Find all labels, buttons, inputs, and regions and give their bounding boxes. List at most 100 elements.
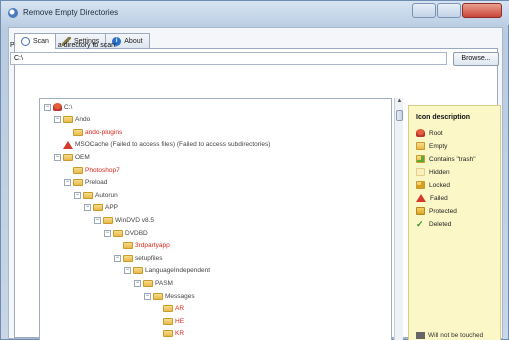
maximize-button[interactable] — [437, 3, 461, 18]
tree-node-label: PASM — [155, 279, 173, 287]
directory-tree[interactable]: − C:\ − Ando ando-plugins MSOCache (Failed to… — [39, 98, 392, 340]
collapse-toggle-icon[interactable]: − — [64, 179, 71, 187]
tree-node[interactable]: − Preload — [64, 178, 107, 188]
tree-node[interactable]: − Autorun — [74, 190, 118, 200]
collapse-toggle-icon[interactable]: − — [134, 279, 141, 287]
legend-item-empty: Empty — [416, 141, 447, 151]
folder-icon — [133, 267, 143, 275]
tab-scan[interactable]: Scan — [14, 33, 56, 49]
tree-scrollbar[interactable]: ▲ — [394, 98, 403, 340]
tree-node[interactable]: − Messages — [144, 291, 195, 301]
tree-node[interactable]: − DVDBD — [104, 228, 148, 238]
tree-node[interactable]: − setupfiles — [114, 253, 162, 263]
legend-item-trash: Contains "trash" — [416, 154, 476, 164]
tree-node-label: HE — [175, 317, 185, 325]
legend-label: Root — [429, 129, 443, 137]
collapse-toggle-icon[interactable]: − — [54, 153, 61, 161]
legend-label: Hidden — [429, 168, 450, 176]
tab-label: About — [124, 37, 143, 45]
folder-icon — [153, 292, 163, 300]
legend-title: Icon description — [416, 114, 471, 121]
root-icon — [416, 129, 425, 137]
tree-node-label: WinDVD v8.5 — [115, 216, 155, 224]
tree-node[interactable]: AR — [154, 304, 184, 314]
window-title: Remove Empty Directories — [23, 8, 119, 17]
collapse-toggle-icon[interactable]: − — [104, 229, 111, 237]
folder-icon — [163, 330, 173, 338]
tree-node-label: 3rdpartyapp — [135, 242, 170, 250]
folder-icon — [143, 279, 153, 287]
legend-item-failed: Failed — [416, 193, 448, 203]
failed-icon — [63, 140, 73, 149]
tree-node-label: MSOCache (Failed to access files) (Faile… — [75, 141, 271, 149]
app-icon — [8, 8, 18, 18]
tree-node-label: Preload — [85, 179, 108, 187]
collapse-toggle-icon[interactable]: − — [114, 254, 121, 262]
tree-node-label: KR — [175, 330, 185, 338]
scroll-up-arrow-icon[interactable]: ▲ — [395, 98, 404, 107]
tree-node[interactable]: 3rdpartyapp — [114, 241, 170, 251]
tree-node-label: LanguageIndependent — [145, 267, 211, 275]
legend-footer: Will not be touched — [416, 332, 483, 339]
tree-node[interactable]: − OEM — [54, 152, 90, 162]
scrollbar-thumb[interactable] — [396, 110, 403, 121]
tree-node-label: Autorun — [95, 191, 118, 199]
collapse-toggle-icon[interactable]: − — [74, 191, 81, 199]
tree-node[interactable]: HE — [154, 316, 184, 326]
folder-icon — [63, 153, 73, 161]
collapse-toggle-icon[interactable]: − — [44, 103, 51, 111]
locked-folder-icon — [416, 181, 425, 189]
tree-node-label: setupfiles — [135, 254, 163, 262]
app-window: Remove Empty Directories Scan Settings i… — [0, 0, 509, 340]
tree-node-label: Messages — [165, 292, 195, 300]
folder-icon — [123, 242, 133, 250]
folder-icon — [73, 128, 83, 136]
legend-item-locked: Locked — [416, 180, 450, 190]
collapse-toggle-icon[interactable]: − — [84, 204, 91, 212]
legend-label: Empty — [429, 142, 448, 150]
tree-node[interactable]: − PASM — [134, 278, 173, 288]
protected-icon — [416, 207, 425, 215]
tree-node[interactable]: MSOCache (Failed to access files) (Faile… — [54, 140, 270, 150]
tree-node[interactable]: − WinDVD v8.5 — [94, 215, 154, 225]
icon-legend: Icon description Root Empty Contains "tr… — [408, 105, 501, 340]
tree-node-label: Photoshop7 — [85, 166, 120, 174]
legend-item-deleted: ✓ Deleted — [416, 219, 451, 229]
folder-icon — [103, 216, 113, 224]
legend-label: Failed — [430, 194, 448, 202]
browse-button[interactable]: Browse... — [453, 52, 499, 66]
search-icon — [21, 37, 30, 46]
tree-node[interactable]: − Ando — [54, 115, 90, 125]
folder-icon — [73, 179, 83, 187]
untouched-icon — [416, 332, 425, 339]
folder-icon — [93, 204, 103, 212]
collapse-toggle-icon[interactable]: − — [144, 292, 151, 300]
tree-node[interactable]: Photoshop7 — [64, 165, 120, 175]
legend-item-root: Root — [416, 128, 443, 138]
collapse-toggle-icon[interactable]: − — [124, 267, 131, 275]
minimize-button[interactable] — [412, 3, 436, 18]
folder-icon — [163, 305, 173, 313]
collapse-toggle-icon[interactable]: − — [94, 216, 101, 224]
tree-node-label: AR — [175, 305, 185, 313]
tree-node[interactable]: − C:\ — [44, 102, 72, 112]
tree-node-label: C:\ — [64, 103, 73, 111]
close-button[interactable] — [462, 3, 502, 18]
failed-icon — [416, 194, 426, 202]
tree-node[interactable]: KR — [154, 329, 184, 339]
deleted-check-icon: ✓ — [416, 219, 424, 229]
directory-path-input[interactable] — [10, 52, 447, 65]
folder-icon — [83, 191, 93, 199]
tree-node[interactable]: ando-plugins — [64, 127, 122, 137]
tree-node[interactable]: − APP — [84, 203, 118, 213]
tab-label: Scan — [33, 38, 49, 45]
title-bar[interactable]: Remove Empty Directories — [1, 1, 509, 25]
legend-label: Contains "trash" — [429, 155, 476, 163]
legend-label: Locked — [429, 181, 450, 189]
folder-icon — [63, 116, 73, 124]
hidden-folder-icon — [416, 168, 425, 176]
tree-node[interactable]: − LanguageIndependent — [124, 266, 210, 276]
collapse-toggle-icon[interactable]: − — [54, 116, 61, 124]
tree-node-label: ando-plugins — [85, 128, 123, 136]
legend-footer-label: Will not be touched — [428, 332, 484, 339]
